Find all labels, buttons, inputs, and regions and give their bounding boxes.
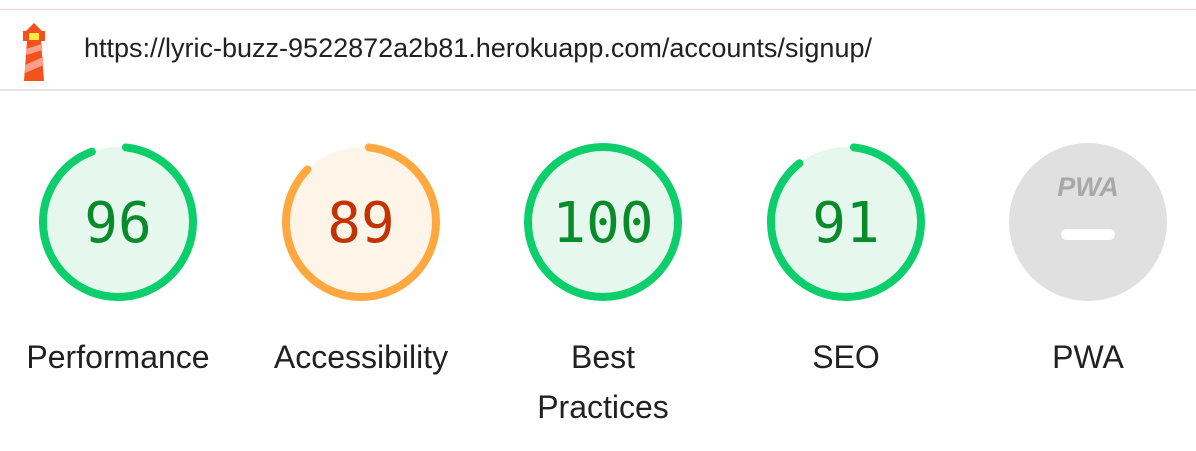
gauge-label: Performance xyxy=(26,339,210,375)
gauge-score: 89 xyxy=(327,191,394,256)
pwa-badge-text: PWA xyxy=(1057,172,1119,202)
gauge-score: 100 xyxy=(552,191,653,256)
seo-score-ring: 91 xyxy=(767,143,925,301)
pwa-dash-icon xyxy=(1061,229,1115,240)
accessibility-score-ring: 89 xyxy=(282,143,440,301)
pwa-badge-icon: PWA xyxy=(1009,143,1167,301)
gauge-performance[interactable]: 96 Performance xyxy=(8,140,228,382)
gauge-label: Best Practices xyxy=(537,339,669,425)
page-url-link[interactable]: https://lyric-buzz-9522872a2b81.herokuap… xyxy=(84,33,872,64)
lighthouse-icon xyxy=(23,23,45,81)
gauge-score: 96 xyxy=(84,191,151,256)
gauge-accessibility[interactable]: 89 Accessibility xyxy=(251,140,471,382)
performance-score-ring: 96 xyxy=(39,143,197,301)
gauge-best-practices[interactable]: 100 Best Practices xyxy=(493,140,713,432)
gauge-seo[interactable]: 91 SEO xyxy=(736,140,956,382)
top-border xyxy=(0,0,1196,10)
pwa-badge-fill xyxy=(1009,143,1167,301)
gauge-label: SEO xyxy=(812,339,880,375)
gauge-label: Accessibility xyxy=(273,339,449,375)
gauge-label: PWA xyxy=(1052,339,1124,375)
gauge-pwa[interactable]: PWA PWA xyxy=(978,140,1196,382)
best-practices-score-ring: 100 xyxy=(524,143,682,301)
gauge-score: 91 xyxy=(812,191,879,256)
report-header: https://lyric-buzz-9522872a2b81.herokuap… xyxy=(0,11,1196,91)
